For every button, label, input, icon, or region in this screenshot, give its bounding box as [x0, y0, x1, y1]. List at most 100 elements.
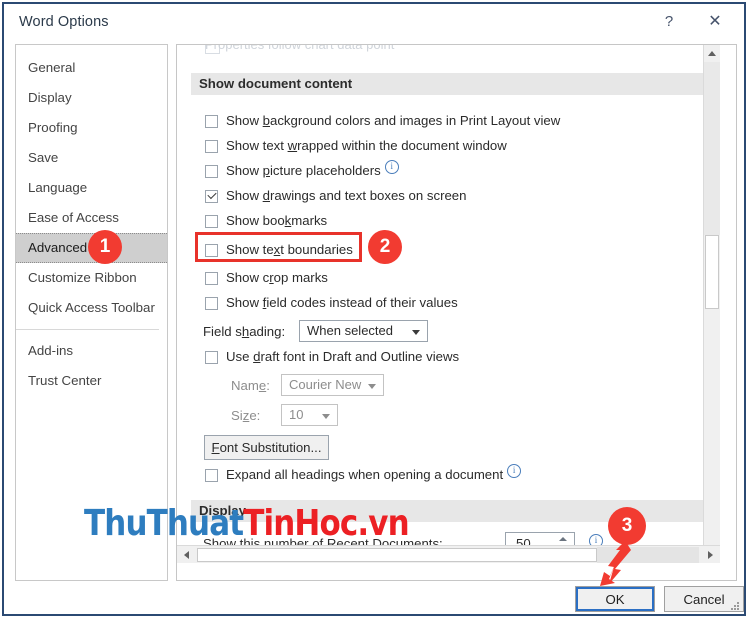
label-text-pre: Show boo	[226, 213, 285, 228]
options-sidebar: General Display Proofing Save Language E…	[15, 44, 168, 581]
scroll-up-icon[interactable]	[704, 45, 720, 62]
label-text-post: rapped within the document window	[297, 138, 507, 153]
info-icon[interactable]: i	[384, 160, 399, 174]
field-shading-dropdown[interactable]: When selected	[299, 320, 428, 342]
horizontal-scrollbar-thumb[interactable]	[197, 548, 597, 562]
dialog-titlebar: Word Options ? ✕	[4, 4, 744, 40]
label-use-draft-font: Use draft font in Draft and Outline view…	[226, 349, 459, 364]
chevron-down-icon	[412, 330, 420, 335]
label-show-picture-placeholders: Show picture placeholders i	[226, 160, 399, 178]
screenshot-root: Word Options ? ✕ General Display Proofin…	[0, 0, 750, 619]
checkbox-show-field-codes[interactable]	[205, 297, 218, 310]
label-show-drawings: Show drawings and text boxes on screen	[226, 188, 466, 203]
label-text-post: e:	[249, 408, 261, 423]
sidebar-item-customize-ribbon[interactable]: Customize Ribbon	[16, 263, 167, 293]
help-icon[interactable]: ?	[650, 6, 688, 36]
section-header-show-document-content-label: Show document content	[199, 76, 353, 91]
checkbox-show-crop-marks[interactable]	[205, 272, 218, 285]
sidebar-item-trust-center[interactable]: Trust Center	[16, 366, 167, 396]
options-content-pane: Properties follow chart data point Show …	[176, 44, 737, 581]
close-icon[interactable]: ✕	[696, 6, 734, 36]
font-size-dropdown[interactable]: 10	[281, 404, 338, 426]
checkbox-expand-all-headings[interactable]	[205, 469, 218, 482]
pointer-arrow-to-ok	[600, 538, 631, 586]
label-text-post: ading:	[249, 324, 286, 339]
checkbox-show-text-wrapped[interactable]	[205, 140, 218, 153]
label-text-pre: Si	[231, 408, 243, 423]
label-show-text-wrapped: Show text wrapped within the document wi…	[226, 138, 507, 153]
font-substitution-button[interactable]: Font Substitution...	[204, 435, 329, 460]
vertical-scrollbar-thumb[interactable]	[705, 235, 719, 309]
scroll-right-icon[interactable]	[702, 547, 719, 563]
step-badge-2: 2	[368, 230, 402, 264]
watermark-part-red: TinHoc.vn	[243, 503, 409, 544]
label-font-size: Size:	[231, 408, 260, 423]
step-badge-1: 1	[88, 230, 122, 264]
font-name-dropdown[interactable]: Courier New	[281, 374, 384, 396]
sidebar-item-language[interactable]: Language	[16, 173, 167, 203]
sidebar-item-quick-access-toolbar[interactable]: Quick Access Toolbar	[16, 293, 167, 323]
label-text-post: marks	[291, 213, 328, 228]
checkbox-show-bookmarks[interactable]	[205, 215, 218, 228]
checkbox-show-drawings[interactable]	[205, 190, 218, 203]
label-text-pre: Nam	[231, 378, 259, 393]
sidebar-item-proofing[interactable]: Proofing	[16, 113, 167, 143]
label-text-post: op marks	[273, 270, 328, 285]
field-shading-value: When selected	[307, 323, 393, 338]
label-text-post: :	[266, 378, 270, 393]
label-text-pre: Show text	[226, 138, 288, 153]
vertical-scrollbar-track-upper[interactable]	[704, 62, 720, 235]
chevron-down-icon	[368, 384, 376, 389]
dialog-title: Word Options	[19, 14, 109, 30]
font-size-value: 10	[289, 407, 304, 422]
spinner-up-icon[interactable]	[559, 537, 567, 541]
label-text-post: icture placeholders	[270, 163, 381, 178]
cutoff-row-label: Properties follow chart data point	[205, 45, 394, 52]
access-key: w	[287, 138, 298, 153]
sidebar-item-display[interactable]: Display	[16, 83, 167, 113]
label-text-post: ont Substitution...	[219, 440, 322, 455]
section-header-show-document-content: Show document content	[191, 73, 709, 95]
label-field-shading: Field shading:	[203, 324, 285, 339]
scroll-left-icon[interactable]	[178, 547, 195, 563]
label-text-post: raft font in Draft and Outline views	[260, 349, 460, 364]
vertical-scrollbar[interactable]	[703, 45, 720, 563]
label-text-pre: Show	[226, 295, 263, 310]
ok-button[interactable]: OK	[575, 586, 655, 612]
sidebar-item-ease-of-access[interactable]: Ease of Access	[16, 203, 167, 233]
access-key: d	[262, 188, 270, 203]
checkbox-show-picture-placeholders[interactable]	[205, 165, 218, 178]
font-substitution-button-label: Font Substitution...	[212, 440, 322, 455]
access-key: p	[262, 163, 270, 178]
step-badge-3: 3	[608, 507, 646, 545]
checkbox-use-draft-font[interactable]	[205, 351, 218, 364]
access-key: F	[211, 440, 220, 455]
checkbox-show-background-colors[interactable]	[205, 115, 218, 128]
label-text-post: ield codes instead of their values	[266, 295, 458, 310]
label-show-field-codes: Show field codes instead of their values	[226, 295, 458, 310]
label-show-bookmarks: Show bookmarks	[226, 213, 327, 228]
watermark-part-blue: ThuThuat	[84, 503, 244, 544]
highlight-box-show-text-boundaries	[195, 232, 362, 262]
label-text-pre: Show	[226, 188, 263, 203]
label-text-pre: Show	[226, 113, 263, 128]
font-name-value: Courier New	[289, 377, 362, 392]
label-text-pre: Show	[226, 163, 263, 178]
label-show-background-colors: Show background colors and images in Pri…	[226, 113, 560, 128]
label-text-post: rawings and text boxes on screen	[270, 188, 467, 203]
sidebar-divider	[16, 329, 159, 330]
label-text-post: ackground colors and images in Print Lay…	[270, 113, 561, 128]
sidebar-item-general[interactable]: General	[16, 53, 167, 83]
chevron-down-icon	[322, 414, 330, 419]
label-text-pre: Field s	[203, 324, 242, 339]
resize-grip[interactable]	[729, 600, 739, 610]
sidebar-item-add-ins[interactable]: Add-ins	[16, 336, 167, 366]
options-scroll-content: Properties follow chart data point Show …	[177, 45, 720, 563]
watermark: ThuThuatTinHoc.vn	[84, 503, 410, 544]
label-font-name: Name:	[231, 378, 270, 393]
sidebar-item-save[interactable]: Save	[16, 143, 167, 173]
label-text-pre: Show c	[226, 270, 270, 285]
label-text-pre: Use	[226, 349, 254, 364]
info-icon[interactable]: i	[507, 464, 522, 478]
label-show-crop-marks: Show crop marks	[226, 270, 328, 285]
